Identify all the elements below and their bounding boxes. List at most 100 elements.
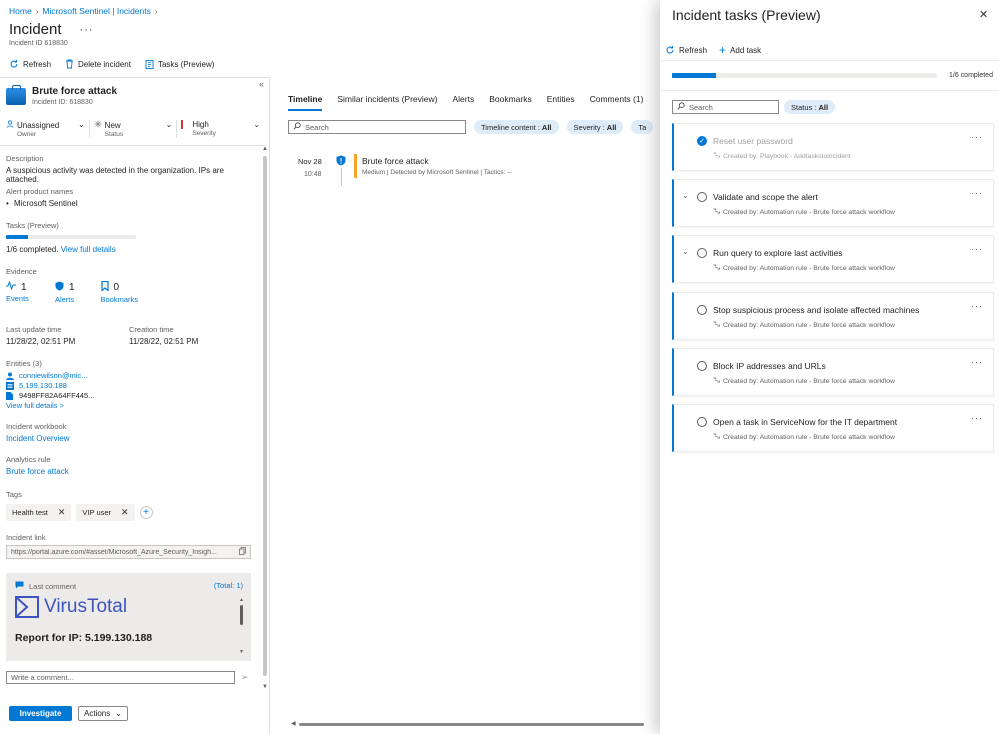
status-filter[interactable]: Status : All [784, 100, 836, 114]
more-icon[interactable]: ··· [971, 188, 983, 198]
empty-circle-icon[interactable] [697, 361, 707, 371]
breadcrumb-home[interactable]: Home [9, 6, 32, 16]
evidence-label: Evidence [6, 267, 37, 276]
filter-severity[interactable]: Severity : All [566, 120, 624, 134]
empty-circle-icon[interactable] [697, 248, 707, 258]
empty-circle-icon[interactable] [697, 192, 707, 202]
send-icon[interactable]: ➢ [241, 672, 249, 683]
delete-incident-button[interactable]: Delete incident [65, 59, 131, 69]
virustotal-brand: VirusTotal [15, 596, 127, 618]
events-link[interactable]: Events [6, 294, 29, 303]
close-icon[interactable]: ✕ [979, 8, 988, 21]
task-card[interactable]: ⌄ Validate and scope the alert Created b… [672, 179, 994, 227]
scroll-left-icon[interactable]: ◀ [291, 720, 296, 727]
timeline-search-input[interactable]: Search [288, 120, 466, 134]
entity-ip[interactable]: 5.199.130.188 [6, 381, 94, 390]
comment-input[interactable]: Write a comment... [6, 671, 235, 684]
scrollbar-thumb[interactable] [240, 605, 243, 625]
owner-dropdown[interactable]: Unassigned Owner ⌄ [6, 120, 89, 138]
alert-product-label: Alert product names [6, 187, 74, 196]
add-tag-icon[interactable]: + [139, 506, 153, 519]
person-icon [6, 120, 14, 130]
task-card[interactable]: Open a task in ServiceNow for the IT dep… [672, 404, 994, 452]
ip-icon [6, 381, 14, 390]
chevron-right-icon: › [154, 6, 158, 16]
scroll-down-icon[interactable]: ▼ [262, 684, 268, 690]
tab-similar-incidents[interactable]: Similar incidents (Preview) [337, 94, 437, 111]
scrollbar-thumb[interactable] [299, 723, 644, 726]
more-icon[interactable]: ··· [971, 413, 983, 423]
timeline-horizontal-scrollbar[interactable]: ◀ [291, 720, 659, 727]
scroll-up-icon[interactable]: ▲ [239, 597, 244, 603]
comment-scrollbar[interactable]: ▲ ▼ [239, 597, 244, 655]
breadcrumb-incidents[interactable]: Microsoft Sentinel | Incidents [42, 6, 151, 16]
more-icon[interactable]: ··· [80, 24, 94, 36]
evidence-events[interactable]: 1 Events [6, 280, 29, 304]
last-update-section: Last update time 11/28/22, 02:51 PM [6, 325, 75, 346]
incident-link-section: Incident link https://portal.azure.com/#… [6, 533, 251, 559]
refresh-label: Refresh [23, 59, 52, 69]
tasks-button[interactable]: Tasks (Preview) [145, 59, 214, 69]
evidence-bookmarks[interactable]: 0 Bookmarks [101, 280, 139, 304]
task-card[interactable]: Block IP addresses and URLs Created by: … [672, 348, 994, 396]
workbook-link[interactable]: Incident Overview [6, 434, 70, 443]
incident-link-label: Incident link [6, 533, 46, 542]
scroll-down-icon[interactable]: ▼ [239, 649, 244, 655]
entity-ip-link[interactable]: 5.199.130.188 [19, 381, 67, 390]
close-icon[interactable]: ✕ [58, 507, 66, 518]
collapse-panel-icon[interactable]: « [259, 79, 264, 89]
more-icon[interactable]: ··· [971, 244, 983, 254]
more-icon[interactable]: ··· [971, 301, 983, 311]
owner-label: Owner [17, 131, 37, 138]
scrollbar-thumb[interactable] [263, 156, 267, 676]
filter-tactics[interactable]: Ta [631, 120, 654, 134]
entity-account-link[interactable]: conniewilson@mic... [19, 371, 87, 380]
task-card[interactable]: Stop suspicious process and isolate affe… [672, 292, 994, 340]
tab-timeline[interactable]: Timeline [288, 94, 323, 111]
checkmark-circle-icon[interactable]: ✓ [697, 136, 707, 146]
task-card[interactable]: ⌄ Run query to explore last activities C… [672, 235, 994, 283]
tab-alerts[interactable]: Alerts [452, 94, 474, 111]
alerts-link[interactable]: Alerts [55, 295, 75, 304]
tab-bookmarks[interactable]: Bookmarks [489, 94, 532, 111]
scroll-up-icon[interactable]: ▲ [262, 146, 268, 152]
filter-timeline-content[interactable]: Timeline content : All [474, 120, 559, 134]
details-scrollbar[interactable]: ▲ ▼ [262, 146, 268, 695]
timeline-event-title[interactable]: Brute force attack [362, 156, 429, 166]
chevron-down-icon[interactable]: ⌄ [682, 247, 689, 256]
add-task-button[interactable]: + Add task [719, 43, 761, 57]
evidence-alerts[interactable]: 1 Alerts [55, 281, 75, 304]
chevron-down-icon[interactable]: ⌄ [682, 191, 689, 200]
close-icon[interactable]: ✕ [121, 507, 129, 518]
more-icon[interactable]: ··· [971, 357, 983, 367]
more-icon[interactable]: ··· [971, 132, 983, 142]
analytics-link[interactable]: Brute force attack [6, 467, 69, 476]
entity-account[interactable]: conniewilson@mic... [6, 371, 94, 380]
link-icon [713, 433, 720, 441]
task-created-by-text: Created by: Automation rule - Brute forc… [723, 208, 895, 216]
task-created-by: Created by: Automation rule - Brute forc… [713, 264, 895, 272]
copy-icon[interactable] [239, 547, 246, 557]
incident-tabs: Timeline Similar incidents (Preview) Ale… [288, 94, 643, 111]
tab-entities[interactable]: Entities [547, 94, 575, 111]
tags-section: Tags Health test ✕ VIP user ✕ + [6, 490, 153, 521]
refresh-icon [9, 59, 19, 69]
view-full-details-link[interactable]: View full details [61, 245, 116, 254]
timeline-event-time: 10:48 [304, 171, 322, 178]
empty-circle-icon[interactable] [697, 305, 707, 315]
refresh-button[interactable]: Refresh [9, 59, 51, 69]
entities-view-full-details-link[interactable]: View full details > [6, 401, 94, 410]
severity-dropdown[interactable]: High Severity ⌄ [176, 120, 264, 138]
task-card[interactable]: ✓ Reset user password Created by: Playbo… [672, 123, 994, 171]
actions-dropdown[interactable]: Actions ⌄ [78, 706, 128, 721]
comment-total-link[interactable]: (Total: 1) [214, 581, 243, 590]
incident-link-field[interactable]: https://portal.azure.com/#asset/Microsof… [6, 545, 251, 559]
empty-circle-icon[interactable] [697, 417, 707, 427]
entity-file[interactable]: 9498FF82A64FF445... [6, 391, 94, 400]
tasks-refresh-button[interactable]: Refresh [665, 45, 707, 55]
status-dropdown[interactable]: New Status ⌄ [88, 120, 177, 138]
investigate-button[interactable]: Investigate [9, 706, 72, 721]
tasks-search-input[interactable]: Search [672, 100, 779, 114]
bookmarks-link[interactable]: Bookmarks [101, 295, 139, 304]
tab-comments[interactable]: Comments (1) [590, 94, 644, 111]
